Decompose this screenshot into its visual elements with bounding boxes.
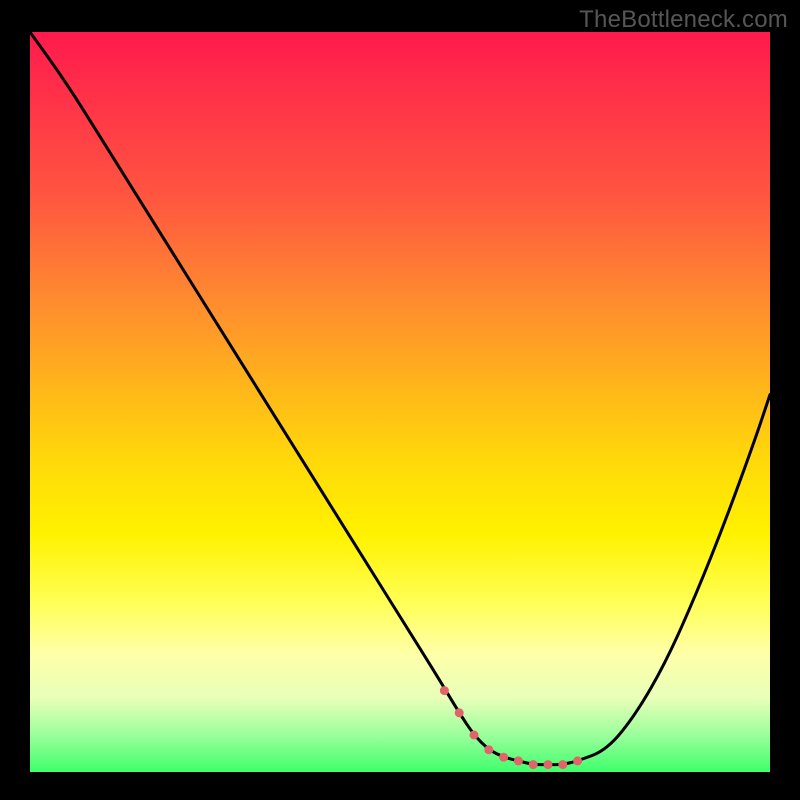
highlight-dot [440, 686, 449, 695]
highlight-dot [470, 731, 479, 740]
marker-group [440, 686, 582, 769]
highlight-dot [544, 760, 553, 769]
highlight-dot [558, 760, 567, 769]
curve-layer [30, 32, 770, 772]
highlight-dot [499, 753, 508, 762]
highlight-dot [573, 756, 582, 765]
bottleneck-curve [30, 32, 770, 765]
highlight-dot [484, 745, 493, 754]
highlight-dot [529, 760, 538, 769]
chart-container: TheBottleneck.com [0, 0, 800, 800]
highlight-dot [514, 756, 523, 765]
plot-area [30, 32, 770, 772]
highlight-dot [455, 708, 464, 717]
watermark-text: TheBottleneck.com [579, 6, 788, 34]
